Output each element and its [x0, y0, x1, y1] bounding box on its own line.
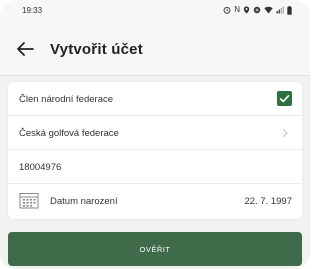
- federation-member-label: Člen národní federace: [19, 94, 114, 105]
- account-form-card: Člen národní federace Česká golfová fede…: [8, 82, 302, 219]
- app-bar: Vytvořit účet: [0, 24, 310, 76]
- status-icons: N: [223, 5, 292, 15]
- birthdate-row[interactable]: Datum narození 22. 7. 1997: [8, 184, 302, 219]
- federation-select-row[interactable]: Česká golfová federace: [8, 116, 302, 150]
- nfc-icon: N: [234, 5, 240, 14]
- federation-member-checkbox[interactable]: [277, 91, 292, 106]
- data-saver-icon: [253, 6, 261, 14]
- status-bar: 19:33 N: [0, 0, 310, 24]
- federation-member-row[interactable]: Člen národní federace: [8, 82, 302, 116]
- wifi-icon: [264, 6, 273, 14]
- member-number-value: 18004976: [19, 162, 62, 173]
- phone-screen: 19:33 N Vytvořit účet Člen národní feder…: [0, 0, 310, 269]
- signal-icon: [276, 6, 284, 14]
- status-time: 19:33: [22, 6, 43, 15]
- chevron-right-icon: [282, 128, 288, 138]
- battery-icon: [287, 5, 292, 15]
- verify-button[interactable]: OVĚŘIT: [8, 232, 302, 266]
- member-number-field[interactable]: 18004976: [8, 150, 302, 184]
- birthdate-label: Datum narození: [50, 196, 118, 207]
- location-icon: [243, 6, 250, 14]
- check-icon: [279, 95, 290, 103]
- calendar-icon: [19, 193, 39, 209]
- federation-select-value: Česká golfová federace: [19, 128, 119, 139]
- page-title: Vytvořit účet: [50, 41, 143, 58]
- alarm-icon: [223, 6, 231, 14]
- birthdate-value: 22. 7. 1997: [244, 196, 292, 207]
- arrow-left-icon[interactable]: [14, 38, 36, 60]
